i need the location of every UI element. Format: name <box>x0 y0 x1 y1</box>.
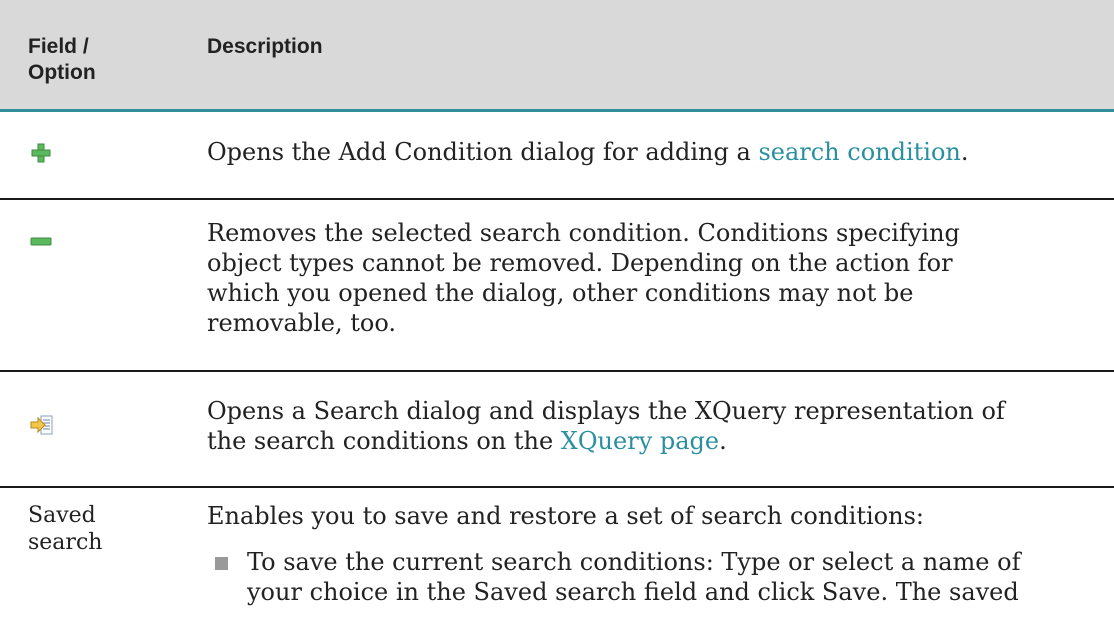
field-name-line: Saved <box>28 503 96 528</box>
green-plus-icon <box>30 142 52 168</box>
description-line: which you opened the dialog, other condi… <box>207 279 914 307</box>
row-description: Enables you to save and restore a set of… <box>207 502 924 530</box>
row-description: Opens the Add Condition dialog for addin… <box>207 137 1087 167</box>
list-item-line: To save the current search conditions: T… <box>247 548 1021 576</box>
description-line: object types cannot be removed. Dependin… <box>207 249 953 277</box>
description-text-end: . <box>960 138 969 166</box>
table-row: Removes the selected search condition. C… <box>0 198 1114 372</box>
table-row: Opens a Search dialog and displays the X… <box>0 370 1114 488</box>
column-header-description: Description <box>207 35 323 58</box>
field-name-line: search <box>28 530 103 555</box>
row-description: Opens a Search dialog and displays the X… <box>207 396 1087 456</box>
search-condition-link[interactable]: search condition <box>758 138 960 166</box>
table-row: Opens the Add Condition dialog for addin… <box>0 112 1114 200</box>
column-header-field-line1: Field / <box>28 35 89 58</box>
description-line: removable, too. <box>207 309 396 337</box>
description-text: the search conditions on the <box>207 427 561 455</box>
list-item: To save the current search conditions: T… <box>207 547 1087 617</box>
bullet-icon <box>215 557 228 570</box>
xquery-page-link[interactable]: XQuery page <box>561 427 719 455</box>
description-line: Removes the selected search condition. C… <box>207 219 960 247</box>
description-line: Opens a Search dialog and displays the X… <box>207 397 1005 425</box>
table-header: Field / Option Description <box>0 0 1114 112</box>
list-item-text: To save the current search conditions: T… <box>247 547 1087 607</box>
description-text-end: . <box>719 427 727 455</box>
column-header-field-line2: Option <box>28 61 96 84</box>
list-item-line: your choice in the Saved search field an… <box>247 578 1019 606</box>
green-minus-icon <box>30 232 52 251</box>
row-description: Removes the selected search condition. C… <box>207 218 1087 338</box>
column-header-field: Field / Option <box>28 34 148 86</box>
table-row: Saved search Enables you to save and res… <box>0 486 1114 634</box>
description-text: Opens the Add Condition dialog for addin… <box>207 138 759 166</box>
xquery-arrow-icon <box>30 414 54 440</box>
row-field-name: Saved search <box>28 502 102 556</box>
description-line: the search conditions on the XQuery page… <box>207 426 1087 456</box>
